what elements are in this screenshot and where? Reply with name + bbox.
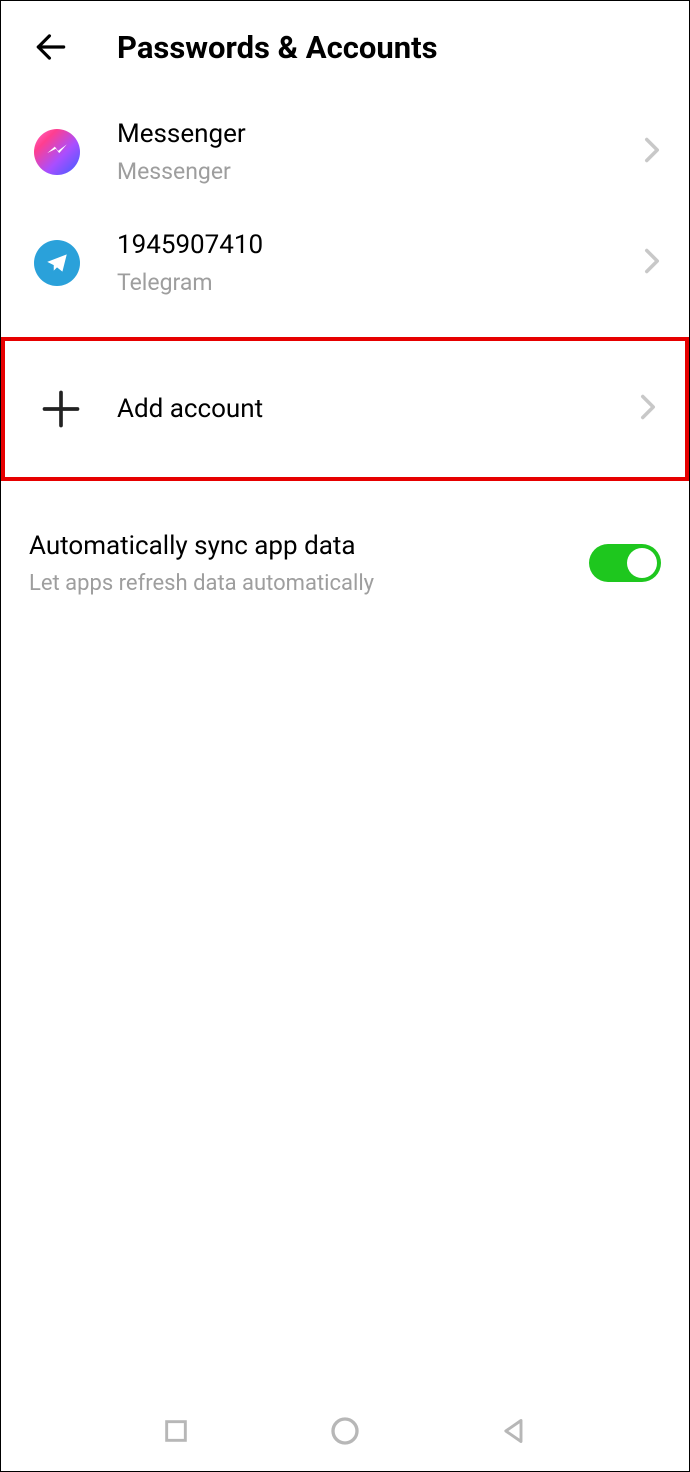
chevron-right-icon	[643, 247, 661, 279]
plus-icon	[33, 381, 89, 437]
add-account-label: Add account	[117, 394, 639, 424]
nav-recent-button[interactable]	[156, 1411, 196, 1451]
back-arrow-icon	[32, 28, 70, 66]
sync-title: Automatically sync app data	[29, 531, 589, 561]
account-subtitle: Telegram	[117, 269, 643, 297]
triangle-back-icon	[500, 1417, 528, 1445]
chevron-right-icon	[639, 393, 657, 425]
account-title: Messenger	[117, 119, 643, 150]
chevron-right-icon	[643, 136, 661, 168]
circle-icon	[329, 1415, 361, 1447]
messenger-app-icon	[29, 124, 85, 180]
system-navbar	[1, 1391, 689, 1471]
page-title: Passwords & Accounts	[117, 29, 438, 66]
square-icon	[162, 1417, 190, 1445]
sync-text: Automatically sync app data Let apps ref…	[29, 531, 589, 596]
switch-knob	[627, 548, 657, 578]
account-title: 1945907410	[117, 230, 643, 261]
account-subtitle: Messenger	[117, 158, 643, 186]
header: Passwords & Accounts	[1, 1, 689, 97]
accounts-list: Messenger Messenger 1945907410 Telegram …	[1, 97, 689, 481]
add-account-row[interactable]: Add account	[1, 337, 689, 481]
sync-subtitle: Let apps refresh data automatically	[29, 571, 589, 596]
account-text: 1945907410 Telegram	[117, 230, 643, 297]
account-item-messenger[interactable]: Messenger Messenger	[1, 97, 689, 208]
account-text: Messenger Messenger	[117, 119, 643, 186]
nav-back-button[interactable]	[494, 1411, 534, 1451]
sync-toggle[interactable]	[589, 544, 661, 582]
account-item-telegram[interactable]: 1945907410 Telegram	[1, 208, 689, 319]
back-button[interactable]	[29, 25, 73, 69]
nav-home-button[interactable]	[325, 1411, 365, 1451]
telegram-app-icon	[29, 235, 85, 291]
sync-section: Automatically sync app data Let apps ref…	[1, 481, 689, 616]
